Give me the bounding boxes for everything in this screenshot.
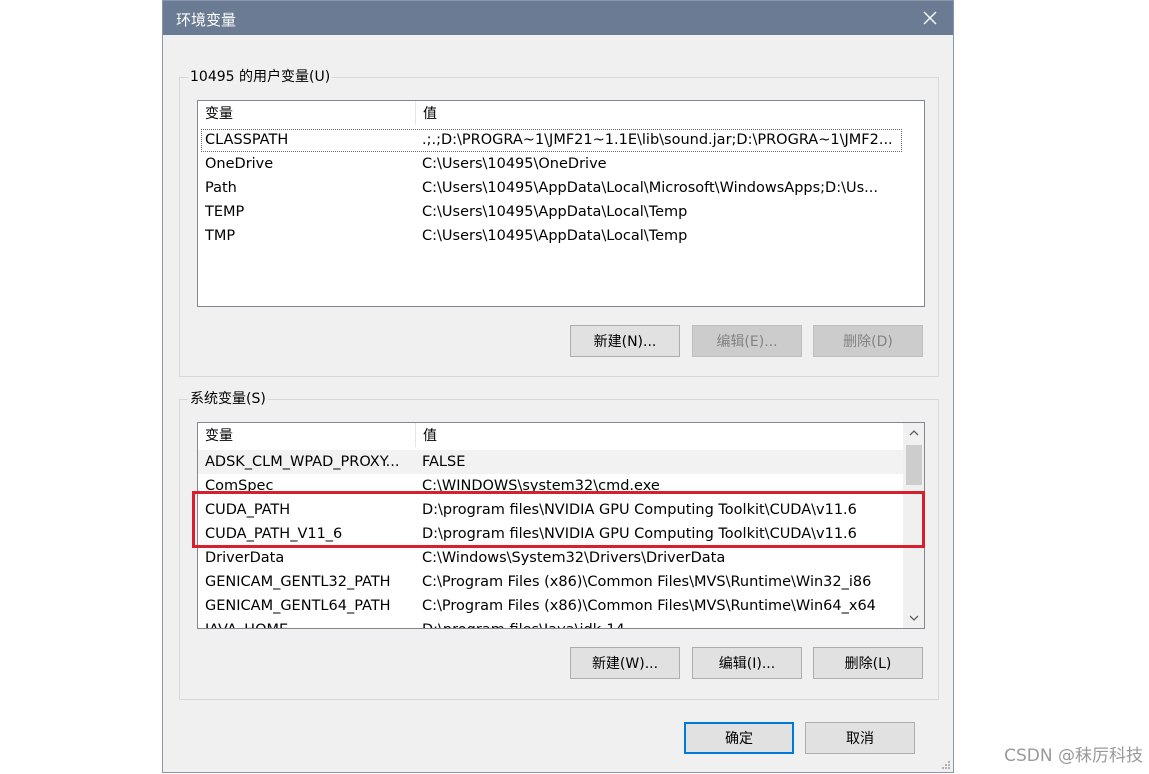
system-edit-button[interactable]: 编辑(I)... <box>692 647 802 679</box>
variable-value: C:\Program Files (x86)\Common Files\MVS\… <box>422 574 872 590</box>
variable-name: OneDrive <box>205 156 274 172</box>
column-header-value[interactable]: 值 <box>416 101 437 125</box>
table-row[interactable]: GENICAM_GENTL64_PATH C:\Program Files (x… <box>198 594 924 618</box>
title-bar[interactable]: 环境变量 <box>163 1 953 35</box>
variable-name: GENICAM_GENTL32_PATH <box>205 574 391 590</box>
variable-value: FALSE <box>422 454 466 470</box>
table-row[interactable]: CUDA_PATH_V11_6 D:\program files\NVIDIA … <box>198 522 924 546</box>
variable-value: C:\Users\10495\OneDrive <box>422 156 607 172</box>
variable-name: TMP <box>205 228 236 244</box>
variable-value: C:\Windows\System32\Drivers\DriverData <box>422 550 726 566</box>
table-row[interactable]: CLASSPATH .;.;D:\PROGRA~1\JMF21~1.1E\lib… <box>198 128 924 152</box>
variable-value: C:\Users\10495\AppData\Local\Microsoft\W… <box>422 180 878 196</box>
table-row[interactable]: GENICAM_GENTL32_PATH C:\Program Files (x… <box>198 570 924 594</box>
list-header: 变量 值 <box>198 423 924 447</box>
variable-name: CLASSPATH <box>205 132 289 148</box>
user-variables-group: 10495 的用户变量(U) 变量 值 CLASSPATH .;.;D:\PRO… <box>179 68 939 377</box>
environment-variables-dialog: 环境变量 10495 的用户变量(U) 变量 值 CLASSPATH .;.;D… <box>162 0 954 773</box>
variable-value: D:\program files\NVIDIA GPU Computing To… <box>422 502 857 518</box>
variable-name: JAVA_HOME <box>205 618 410 628</box>
column-header-variable[interactable]: 变量 <box>198 101 415 125</box>
scroll-thumb[interactable] <box>906 445 922 485</box>
chevron-down-icon <box>909 615 918 621</box>
table-row[interactable]: JAVA_HOME D:\program files\Java\jdk-14 <box>198 618 924 628</box>
variable-value: C:\Users\10495\AppData\Local\Temp <box>422 228 688 244</box>
system-variables-list[interactable]: 变量 值 ADSK_CLM_WPAD_PROXY... FALSE ComSpe… <box>197 422 925 629</box>
user-new-button[interactable]: 新建(N)... <box>570 325 680 357</box>
resize-grip-icon[interactable] <box>941 760 951 770</box>
user-edit-button[interactable]: 编辑(E)... <box>692 325 802 357</box>
variable-name: CUDA_PATH_V11_6 <box>205 526 343 542</box>
table-row[interactable]: ADSK_CLM_WPAD_PROXY... FALSE <box>198 450 924 474</box>
variable-name: CUDA_PATH <box>205 502 291 518</box>
table-row[interactable]: ComSpec C:\WINDOWS\system32\cmd.exe <box>198 474 924 498</box>
variable-name: ComSpec <box>205 478 274 494</box>
chevron-up-icon <box>909 430 918 436</box>
variable-value: .;.;D:\PROGRA~1\JMF21~1.1E\lib\sound.jar… <box>422 132 893 148</box>
ok-button[interactable]: 确定 <box>684 722 794 754</box>
watermark: CSDN @秣厉科技 <box>1004 746 1143 766</box>
variable-name: ADSK_CLM_WPAD_PROXY... <box>205 454 400 470</box>
variable-name: GENICAM_GENTL64_PATH <box>205 598 391 614</box>
table-row[interactable]: TEMP C:\Users\10495\AppData\Local\Temp <box>198 200 924 224</box>
variable-value: D:\program files\NVIDIA GPU Computing To… <box>422 526 857 542</box>
column-header-value[interactable]: 值 <box>416 423 437 447</box>
variable-name: Path <box>205 180 237 196</box>
column-header-variable[interactable]: 变量 <box>198 423 415 447</box>
variable-name: DriverData <box>205 550 285 566</box>
variable-value: D:\program files\Java\jdk-14 <box>422 618 625 628</box>
scroll-up-button[interactable] <box>903 423 924 443</box>
table-row[interactable]: OneDrive C:\Users\10495\OneDrive <box>198 152 924 176</box>
table-row[interactable]: DriverData C:\Windows\System32\Drivers\D… <box>198 546 924 570</box>
variable-value: C:\Users\10495\AppData\Local\Temp <box>422 204 688 220</box>
cancel-button[interactable]: 取消 <box>805 722 915 754</box>
system-variables-group: 系统变量(S) 变量 值 ADSK_CLM_WPAD_PROXY... FALS… <box>179 390 939 700</box>
variable-name: TEMP <box>205 204 245 220</box>
scroll-down-button[interactable] <box>903 608 924 628</box>
window-title: 环境变量 <box>176 11 237 29</box>
table-row[interactable]: TMP C:\Users\10495\AppData\Local\Temp <box>198 224 924 248</box>
variable-value: C:\Program Files (x86)\Common Files\MVS\… <box>422 598 876 614</box>
list-header: 变量 值 <box>198 101 924 125</box>
variable-value: C:\WINDOWS\system32\cmd.exe <box>422 478 660 494</box>
user-variables-list[interactable]: 变量 值 CLASSPATH .;.;D:\PROGRA~1\JMF21~1.1… <box>197 100 925 307</box>
table-row[interactable]: Path C:\Users\10495\AppData\Local\Micros… <box>198 176 924 200</box>
system-variables-label: 系统变量(S) <box>188 390 268 408</box>
table-row[interactable]: CUDA_PATH D:\program files\NVIDIA GPU Co… <box>198 498 924 522</box>
user-delete-button[interactable]: 删除(D) <box>813 325 923 357</box>
close-button[interactable] <box>907 1 953 35</box>
close-icon <box>923 11 937 25</box>
system-delete-button[interactable]: 删除(L) <box>813 647 923 679</box>
system-new-button[interactable]: 新建(W)... <box>570 647 680 679</box>
user-variables-label: 10495 的用户变量(U) <box>188 68 333 86</box>
vertical-scrollbar[interactable] <box>903 423 924 628</box>
